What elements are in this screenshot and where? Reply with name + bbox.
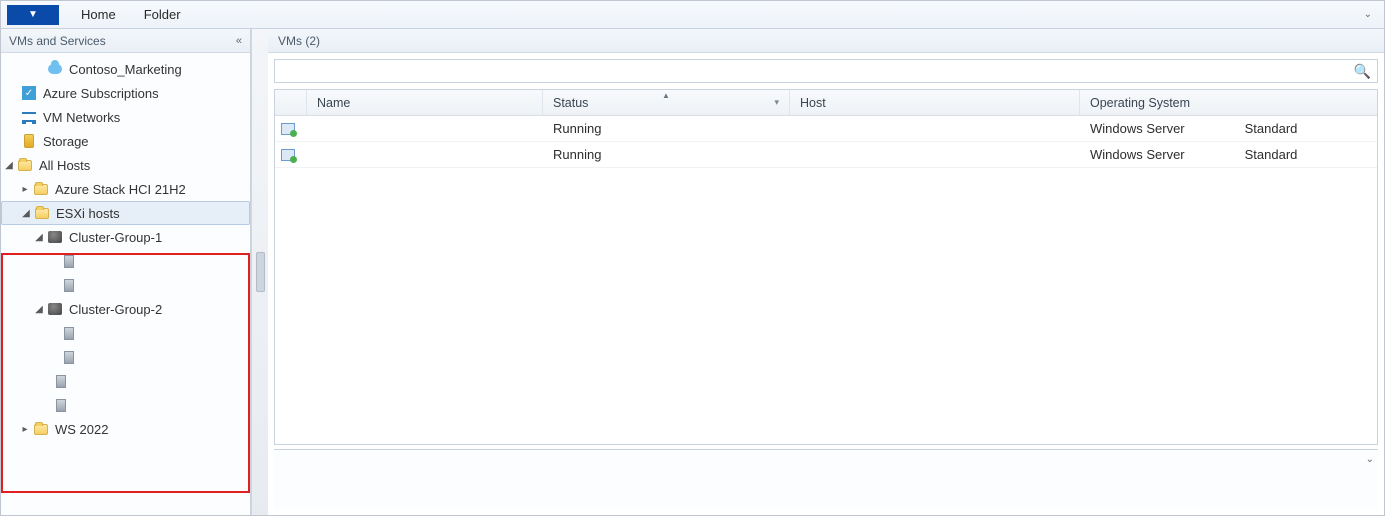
folder-icon xyxy=(34,205,50,221)
vm-grid: Name Status ▲ ▾ Host Operating System Ru… xyxy=(274,89,1378,445)
detail-pane: ⌄ xyxy=(274,449,1378,509)
column-header-icon[interactable] xyxy=(275,90,307,115)
storage-icon xyxy=(21,133,37,149)
os-name: Windows Server xyxy=(1090,121,1185,136)
tree-label: Cluster-Group-1 xyxy=(69,230,162,245)
content-title: VMs (2) xyxy=(278,34,320,48)
expander-icon[interactable]: ◢ xyxy=(33,232,45,243)
vm-icon xyxy=(281,121,295,137)
expander-icon[interactable]: ◢ xyxy=(33,304,45,315)
cell-os: Windows Server Standard xyxy=(1080,121,1377,136)
column-label: Status xyxy=(553,96,588,110)
column-header-os[interactable]: Operating System xyxy=(1080,90,1377,115)
filter-dropdown-icon[interactable]: ▾ xyxy=(774,97,779,108)
tree-item-azure-subscriptions[interactable]: ▸ ✓ Azure Subscriptions xyxy=(1,81,250,105)
cloud-icon xyxy=(47,61,63,77)
host-icon xyxy=(61,349,77,365)
expander-icon: ▸ xyxy=(7,136,19,147)
tree-item-host[interactable] xyxy=(1,393,250,417)
tree-item-esxi-hosts[interactable]: ◢ ESXi hosts xyxy=(1,201,250,225)
cluster-icon xyxy=(47,301,63,317)
table-row[interactable]: Running Windows Server Standard xyxy=(275,142,1377,168)
content-pane: VMs (2) 🔍 Name Status ▲ ▾ Host Operating… xyxy=(268,29,1384,515)
tree-item-cluster-group-2[interactable]: ◢ Cluster-Group-2 xyxy=(1,297,250,321)
tree-label: Azure Subscriptions xyxy=(43,86,159,101)
cluster-icon xyxy=(47,229,63,245)
expander-icon[interactable]: ▸ xyxy=(19,184,31,195)
expander-icon[interactable]: ◢ xyxy=(3,160,15,171)
grid-header: Name Status ▲ ▾ Host Operating System xyxy=(275,90,1377,116)
expander-icon[interactable]: ▸ xyxy=(19,424,31,435)
tree-label: Storage xyxy=(43,134,89,149)
folder-icon xyxy=(17,157,33,173)
tree-label: WS 2022 xyxy=(55,422,108,437)
cell-os: Windows Server Standard xyxy=(1080,147,1377,162)
sort-asc-icon: ▲ xyxy=(662,91,670,100)
column-header-name[interactable]: Name xyxy=(307,90,543,115)
expander-icon: ▸ xyxy=(7,88,19,99)
folder-icon xyxy=(33,181,49,197)
tree-label: VM Networks xyxy=(43,110,120,125)
tree-item-host[interactable] xyxy=(1,321,250,345)
nav-tree: ▸ Contoso_Marketing ▸ ✓ Azure Subscripti… xyxy=(1,53,250,515)
caret-down-icon: ▼ xyxy=(28,9,38,20)
sidebar-scrollbar[interactable] xyxy=(251,29,268,515)
search-icon[interactable]: 🔍 xyxy=(1354,63,1371,80)
network-icon xyxy=(21,109,37,125)
expander-icon: ▸ xyxy=(7,112,19,123)
ribbon-tab-home[interactable]: Home xyxy=(67,1,130,29)
tree-label: Cluster-Group-2 xyxy=(69,302,162,317)
content-header: VMs (2) xyxy=(268,29,1384,53)
main-layout: VMs and Services « ▸ Contoso_Marketing ▸… xyxy=(1,29,1384,515)
tree-item-cluster-group-1[interactable]: ◢ Cluster-Group-1 xyxy=(1,225,250,249)
file-menu-button[interactable]: ▼ xyxy=(7,5,59,25)
tree-item-host[interactable] xyxy=(1,345,250,369)
azure-check-icon: ✓ xyxy=(21,85,37,101)
search-box[interactable]: 🔍 xyxy=(274,59,1378,83)
os-edition: Standard xyxy=(1245,121,1298,136)
detail-collapse-button[interactable]: ⌄ xyxy=(1366,454,1374,465)
grid-rows: Running Windows Server Standard Running xyxy=(275,116,1377,444)
tree-label: Contoso_Marketing xyxy=(69,62,182,77)
tree-item-contoso-marketing[interactable]: ▸ Contoso_Marketing xyxy=(1,57,250,81)
sidebar-header: VMs and Services « xyxy=(1,29,250,53)
ribbon-collapse-button[interactable]: ⌄ xyxy=(1358,9,1378,20)
column-header-status[interactable]: Status ▲ ▾ xyxy=(543,90,790,115)
sidebar-title: VMs and Services xyxy=(9,34,106,48)
tree-item-host[interactable] xyxy=(1,369,250,393)
tree-item-vm-networks[interactable]: ▸ VM Networks xyxy=(1,105,250,129)
tree-item-storage[interactable]: ▸ Storage xyxy=(1,129,250,153)
tree-label: Azure Stack HCI 21H2 xyxy=(55,182,186,197)
tree-item-azure-stack[interactable]: ▸ Azure Stack HCI 21H2 xyxy=(1,177,250,201)
vm-icon xyxy=(281,147,295,163)
tree-item-host[interactable] xyxy=(1,273,250,297)
sidebar-collapse-button[interactable]: « xyxy=(236,35,242,47)
tree-item-host[interactable] xyxy=(1,249,250,273)
cell-status: Running xyxy=(543,147,790,162)
sidebar: VMs and Services « ▸ Contoso_Marketing ▸… xyxy=(1,29,251,515)
tree-item-ws2022[interactable]: ▸ WS 2022 xyxy=(1,417,250,441)
ribbon-tab-folder[interactable]: Folder xyxy=(130,1,195,29)
search-input[interactable] xyxy=(281,63,1350,80)
cell-status: Running xyxy=(543,121,790,136)
tree-item-all-hosts[interactable]: ◢ All Hosts xyxy=(1,153,250,177)
host-icon xyxy=(61,253,77,269)
expander-icon: ▸ xyxy=(33,64,45,75)
tree-label: All Hosts xyxy=(39,158,90,173)
host-icon xyxy=(61,325,77,341)
host-icon xyxy=(53,373,69,389)
tree-label: ESXi hosts xyxy=(56,206,120,221)
column-header-host[interactable]: Host xyxy=(790,90,1080,115)
host-icon xyxy=(53,397,69,413)
host-icon xyxy=(61,277,77,293)
folder-icon xyxy=(33,421,49,437)
os-edition: Standard xyxy=(1245,147,1298,162)
ribbon: ▼ Home Folder ⌄ xyxy=(1,1,1384,29)
expander-icon[interactable]: ◢ xyxy=(20,208,32,219)
content-body: 🔍 Name Status ▲ ▾ Host Operating System xyxy=(268,53,1384,515)
scroll-thumb[interactable] xyxy=(256,252,265,292)
os-name: Windows Server xyxy=(1090,147,1185,162)
table-row[interactable]: Running Windows Server Standard xyxy=(275,116,1377,142)
